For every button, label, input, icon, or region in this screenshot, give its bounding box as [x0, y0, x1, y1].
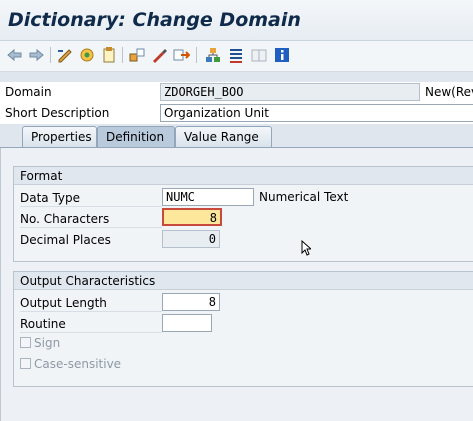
- domain-status-text: New(Rev: [425, 85, 473, 99]
- definition-panel: Format Data Type NUMC Numerical Text No.…: [0, 148, 473, 421]
- output-length-input[interactable]: 8: [162, 293, 220, 311]
- short-description-row: Short Description Organization Unit: [0, 103, 473, 124]
- mouse-pointer-icon: [301, 239, 313, 259]
- tab-value-range[interactable]: Value Range: [175, 126, 272, 147]
- case-sensitive-checkbox-row: Case-sensitive: [14, 355, 214, 373]
- decimal-places-input[interactable]: 0: [162, 230, 220, 248]
- documentation-icon[interactable]: [227, 46, 245, 64]
- sign-checkbox[interactable]: [20, 337, 31, 348]
- tab-properties[interactable]: Properties: [22, 126, 97, 147]
- no-characters-label: No. Characters: [20, 210, 162, 228]
- display-object-icon[interactable]: [150, 46, 168, 64]
- title-bar: Dictionary: Change Domain: [0, 0, 473, 41]
- application-toolbar: [0, 41, 473, 72]
- output-length-label: Output Length: [20, 294, 162, 312]
- data-type-label: Data Type: [20, 189, 162, 207]
- back-arrow-icon[interactable]: [6, 46, 24, 64]
- format-group: Format Data Type NUMC Numerical Text No.…: [13, 166, 473, 262]
- decimal-places-label: Decimal Places: [20, 233, 111, 247]
- navigate-icon[interactable]: [172, 46, 190, 64]
- window-title: Dictionary: Change Domain: [8, 9, 301, 31]
- case-sensitive-label: Case-sensitive: [34, 357, 122, 371]
- routine-input[interactable]: [162, 314, 212, 332]
- forward-arrow-icon[interactable]: [27, 46, 45, 64]
- toolbar-separator: [122, 47, 123, 63]
- where-used-icon[interactable]: [100, 46, 118, 64]
- domain-name-field[interactable]: ZDORGEH_BOO: [160, 83, 420, 101]
- data-type-description: Numerical Text: [259, 190, 349, 204]
- activate-icon[interactable]: [78, 46, 96, 64]
- toolbar-separator: [196, 47, 197, 63]
- data-type-input[interactable]: NUMC: [162, 188, 254, 206]
- format-group-title: Format: [14, 167, 473, 185]
- tab-strip: Properties Definition Value Range: [0, 126, 473, 148]
- hierarchy-icon[interactable]: [204, 46, 222, 64]
- book-icon[interactable]: [250, 46, 268, 64]
- case-sensitive-checkbox[interactable]: [20, 358, 31, 369]
- domain-row: Domain ZDORGEH_BOO New(Rev: [0, 82, 473, 103]
- short-description-label: Short Description: [5, 106, 110, 120]
- sign-label: Sign: [34, 336, 61, 350]
- output-characteristics-group: Output Characteristics Output Length 8 R…: [13, 271, 473, 387]
- edit-toggle-icon[interactable]: [56, 46, 74, 64]
- sign-checkbox-row: Sign: [14, 334, 214, 352]
- domain-label: Domain: [5, 85, 52, 99]
- output-group-title: Output Characteristics: [14, 272, 473, 290]
- routine-label: Routine: [20, 315, 162, 333]
- object-list-icon[interactable]: [128, 46, 146, 64]
- info-icon[interactable]: [273, 46, 291, 64]
- short-description-input[interactable]: Organization Unit: [160, 104, 473, 122]
- toolbar-separator: [50, 47, 51, 63]
- tab-definition[interactable]: Definition: [97, 126, 175, 147]
- no-characters-input[interactable]: 8: [162, 208, 222, 226]
